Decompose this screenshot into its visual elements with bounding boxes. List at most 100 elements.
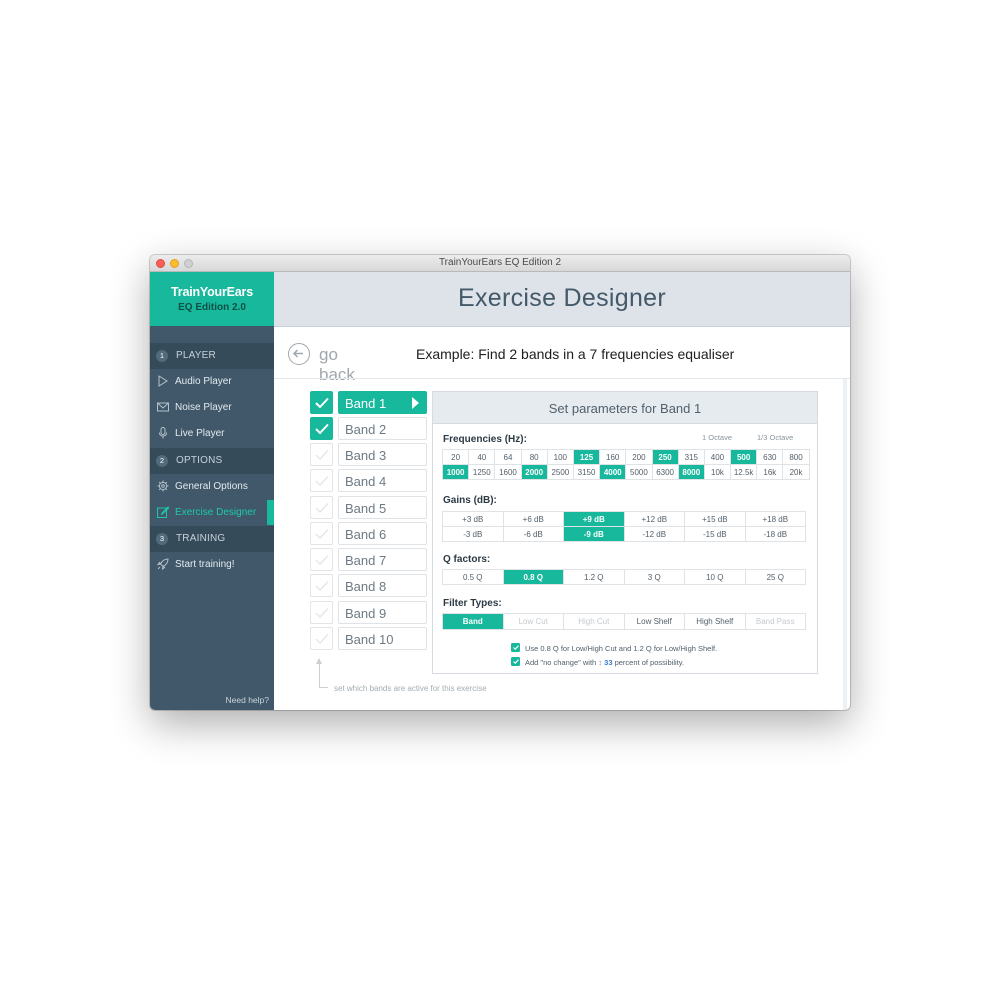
q-option-checkbox[interactable]: [511, 643, 520, 652]
band-10-checkbox[interactable]: [310, 627, 333, 650]
band-1-button[interactable]: Band 1: [338, 391, 427, 414]
q-factor-option[interactable]: 25 Q: [745, 570, 806, 585]
frequencies-label: Frequencies (Hz):: [443, 434, 527, 445]
gain-option[interactable]: +3 dB: [443, 512, 504, 527]
band-2-button[interactable]: Band 2: [338, 417, 427, 440]
stepper-arrows-icon[interactable]: ↕: [598, 658, 602, 667]
frequency-option[interactable]: 80: [521, 450, 548, 465]
gain-option[interactable]: +12 dB: [624, 512, 685, 527]
microphone-icon: [159, 427, 167, 439]
q-factor-option[interactable]: 3 Q: [624, 570, 685, 585]
frequency-option[interactable]: 40: [469, 450, 496, 465]
play-icon: [158, 375, 168, 387]
gear-icon: [157, 480, 169, 492]
filter-type-option[interactable]: Band Pass: [745, 614, 806, 630]
sidebar-item-noise-player[interactable]: Noise Player: [150, 395, 274, 420]
frequency-option[interactable]: 630: [757, 450, 784, 465]
frequency-option[interactable]: 500: [731, 450, 758, 465]
frequency-option[interactable]: 12.5k: [731, 465, 758, 480]
scrollbar[interactable]: [843, 379, 847, 710]
filter-types-label: Filter Types:: [443, 598, 502, 609]
band-5-checkbox[interactable]: [310, 496, 333, 519]
q-factor-option[interactable]: 10 Q: [685, 570, 746, 585]
frequency-option[interactable]: 2500: [547, 465, 574, 480]
sidebar-item-exercise-designer[interactable]: Exercise Designer: [150, 500, 274, 525]
frequency-option[interactable]: 16k: [757, 465, 784, 480]
octave-preset-button[interactable]: 1 Octave: [702, 433, 732, 442]
frequency-option[interactable]: 64: [495, 450, 522, 465]
frequency-option[interactable]: 10k: [704, 465, 732, 480]
frequency-option[interactable]: 125: [573, 450, 601, 465]
no-change-checkbox[interactable]: [511, 657, 520, 666]
sidebar-item-general-options[interactable]: General Options: [150, 474, 274, 499]
q-factor-option[interactable]: 0.5 Q: [443, 570, 504, 585]
frequency-option[interactable]: 800: [783, 450, 810, 465]
band-8-checkbox[interactable]: [310, 574, 333, 597]
band-10-button[interactable]: Band 10: [338, 627, 427, 650]
frequency-option[interactable]: 400: [704, 450, 732, 465]
need-help-link[interactable]: Need help?: [226, 695, 269, 705]
band-4-button[interactable]: Band 4: [338, 469, 427, 492]
band-9-checkbox[interactable]: [310, 601, 333, 624]
band-6-button[interactable]: Band 6: [338, 522, 427, 545]
frequency-option[interactable]: 3150: [573, 465, 601, 480]
band-8-button[interactable]: Band 8: [338, 574, 427, 597]
check-icon: [315, 475, 329, 487]
gain-option[interactable]: +6 dB: [503, 512, 564, 527]
app-window: TrainYourEars EQ Edition 2 TrainYourEars…: [150, 255, 850, 710]
go-back-button[interactable]: go back: [288, 341, 378, 384]
window-title: TrainYourEars EQ Edition 2: [438, 257, 562, 268]
sidebar-item-live-player[interactable]: Live Player: [150, 421, 274, 446]
check-icon: [315, 397, 329, 409]
gain-option[interactable]: -12 dB: [624, 527, 685, 542]
band-9-button[interactable]: Band 9: [338, 601, 427, 624]
band-4-checkbox[interactable]: [310, 469, 333, 492]
band-1-checkbox[interactable]: [310, 391, 333, 414]
band-2-checkbox[interactable]: [310, 417, 333, 440]
q-factor-option[interactable]: 0.8 Q: [503, 570, 564, 585]
gain-option[interactable]: -15 dB: [685, 527, 746, 542]
gain-option[interactable]: -6 dB: [503, 527, 564, 542]
frequency-option[interactable]: 1600: [495, 465, 522, 480]
gain-option[interactable]: +9 dB: [564, 512, 625, 527]
q-factor-option[interactable]: 1.2 Q: [564, 570, 625, 585]
frequency-option[interactable]: 1000: [443, 465, 470, 480]
sidebar-item-audio-player[interactable]: Audio Player: [150, 369, 274, 394]
filter-type-option[interactable]: Low Cut: [503, 614, 564, 630]
section-training: 3 TRAINING: [150, 526, 274, 552]
frequency-option[interactable]: 8000: [678, 465, 705, 480]
frequency-option[interactable]: 20: [443, 450, 470, 465]
frequency-option[interactable]: 100: [547, 450, 574, 465]
gain-option[interactable]: -3 dB: [443, 527, 504, 542]
gain-option[interactable]: -18 dB: [745, 527, 806, 542]
filter-type-option[interactable]: High Shelf: [685, 614, 746, 630]
frequency-option[interactable]: 200: [626, 450, 653, 465]
frequency-option[interactable]: 250: [652, 450, 679, 465]
band-7-checkbox[interactable]: [310, 548, 333, 571]
filter-type-option[interactable]: High Cut: [564, 614, 625, 630]
no-change-label: Add "no change" with ↕ 33 percent of pos…: [525, 658, 684, 667]
frequency-option[interactable]: 1250: [469, 465, 496, 480]
frequency-option[interactable]: 2000: [521, 465, 548, 480]
frequency-option[interactable]: 6300: [652, 465, 679, 480]
band-3-button[interactable]: Band 3: [338, 443, 427, 466]
frequency-option[interactable]: 20k: [783, 465, 810, 480]
band-3-checkbox[interactable]: [310, 443, 333, 466]
no-change-percent-input[interactable]: 33: [604, 658, 612, 667]
sidebar-item-start-training[interactable]: Start training!: [150, 552, 274, 577]
band-7-button[interactable]: Band 7: [338, 548, 427, 571]
frequency-option[interactable]: 5000: [626, 465, 653, 480]
frequency-option[interactable]: 4000: [600, 465, 627, 480]
gain-option[interactable]: +18 dB: [745, 512, 806, 527]
band-6-checkbox[interactable]: [310, 522, 333, 545]
frequency-option[interactable]: 160: [600, 450, 627, 465]
filter-type-option[interactable]: Low Shelf: [624, 614, 685, 630]
titlebar: TrainYourEars EQ Edition 2: [150, 255, 850, 272]
filter-type-option[interactable]: Band: [443, 614, 504, 630]
frequency-option[interactable]: 315: [678, 450, 705, 465]
band-5-button[interactable]: Band 5: [338, 496, 427, 519]
gain-option[interactable]: -9 dB: [564, 527, 625, 542]
third-octave-preset-button[interactable]: 1/3 Octave: [757, 433, 793, 442]
gain-option[interactable]: +15 dB: [685, 512, 746, 527]
check-icon: [315, 502, 329, 514]
